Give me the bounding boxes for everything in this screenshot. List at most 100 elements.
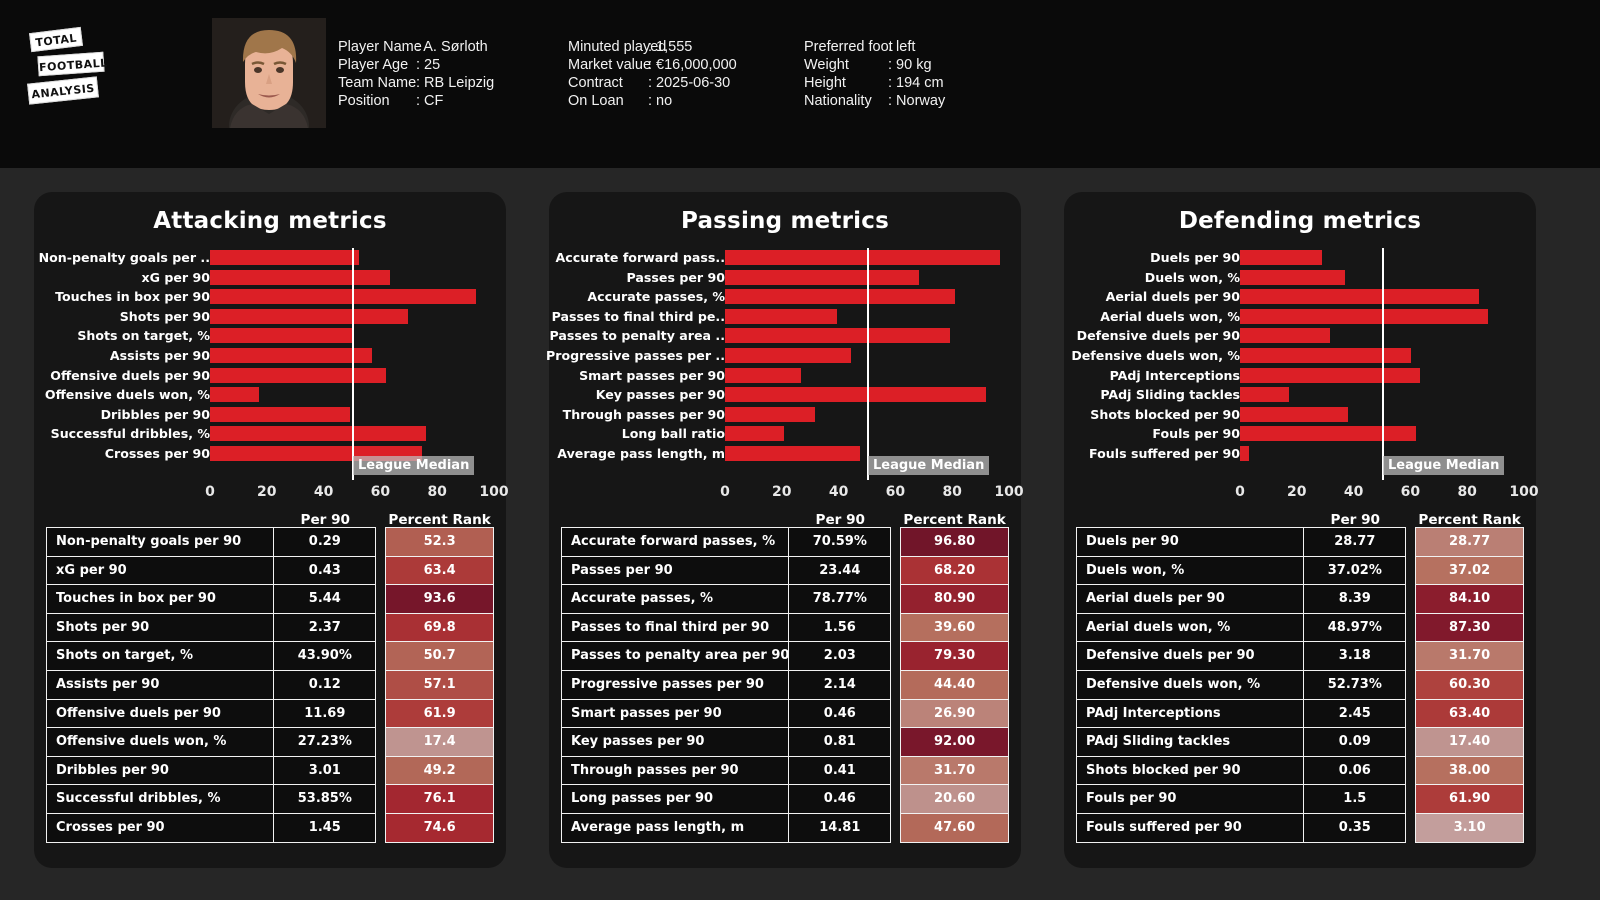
info-row: Height: 194 cm bbox=[804, 74, 945, 92]
table-row: Accurate passes, % 78.77% 80.90 bbox=[561, 584, 1009, 614]
chart-bar-row: Accurate forward pass.. bbox=[549, 248, 1021, 268]
cell-metric-name: Offensive duels per 90 bbox=[46, 698, 275, 729]
chart-bar bbox=[725, 328, 951, 344]
cell-percent-rank: 84.10 bbox=[1415, 584, 1524, 614]
chart-category-label: Long ball ratio bbox=[621, 426, 725, 442]
chart-bar bbox=[1240, 250, 1322, 265]
info-key: Nationality bbox=[804, 93, 872, 109]
chart-category-label: Dribbles per 90 bbox=[100, 406, 210, 422]
chart-category-label: PAdj Sliding tackles bbox=[1100, 387, 1240, 403]
info-key: Player Age bbox=[338, 57, 409, 73]
table-row: Long passes per 90 0.46 20.60 bbox=[561, 784, 1009, 814]
cell-metric-name: Progressive passes per 90 bbox=[561, 669, 790, 700]
chart-category-label: Aerial duels per 90 bbox=[1105, 289, 1240, 305]
table-row: Duels per 90 28.77 28.77 bbox=[1076, 527, 1524, 557]
cell-metric-name: Defensive duels won, % bbox=[1076, 669, 1305, 700]
table-row: Crosses per 90 1.45 74.6 bbox=[46, 812, 494, 843]
info-row: Preferred foot: left bbox=[804, 38, 945, 56]
table-row: Passes per 90 23.44 68.20 bbox=[561, 555, 1009, 586]
chart-bar bbox=[725, 347, 852, 363]
cell-metric-name: Defensive duels per 90 bbox=[1076, 641, 1305, 671]
chart-defending-metrics: Duels per 90 Duels won, % Aerial duels per… bbox=[1064, 248, 1539, 500]
cell-percent-rank: 31.70 bbox=[1415, 641, 1524, 671]
chart-category-label: Defensive duels won, % bbox=[1071, 347, 1240, 363]
cell-percent-rank: 61.9 bbox=[385, 698, 494, 729]
chart-bar bbox=[725, 367, 802, 383]
info-key: Preferred foot bbox=[804, 39, 893, 55]
cell-percent-rank: 52.3 bbox=[385, 527, 494, 557]
table-row: Aerial duels per 90 8.39 84.10 bbox=[1076, 584, 1524, 614]
cell-percent-rank: 44.40 bbox=[900, 669, 1009, 700]
cell-percent-rank: 92.00 bbox=[900, 727, 1009, 757]
table-row: Through passes per 90 0.41 31.70 bbox=[561, 755, 1009, 786]
cell-per90-value: 52.73% bbox=[1304, 669, 1407, 700]
chart-bar bbox=[1240, 445, 1249, 461]
info-value: : €16,000,000 bbox=[648, 57, 737, 73]
chart-bar-row: Shots blocked per 90 bbox=[1064, 405, 1536, 425]
cell-metric-name: Fouls per 90 bbox=[1076, 784, 1305, 814]
cell-per90-value: 1.45 bbox=[274, 812, 377, 843]
card-title: Attacking metrics bbox=[153, 208, 387, 234]
chart-bar bbox=[1240, 308, 1488, 324]
chart-category-label: Average pass length, m bbox=[557, 445, 725, 461]
chart-attacking-metrics: Non-penalty goals per .. xG per 90 Touches… bbox=[34, 248, 509, 500]
table-header-percent-rank: Percent Rank bbox=[1418, 512, 1521, 528]
info-row: Player Name: A. Sørloth bbox=[338, 38, 494, 56]
info-value: : no bbox=[648, 93, 673, 109]
chart-bar bbox=[210, 387, 260, 403]
chart-bar bbox=[1240, 347, 1412, 363]
cell-per90-value: 2.03 bbox=[789, 641, 892, 671]
table-row: xG per 90 0.43 63.4 bbox=[46, 555, 494, 586]
cell-metric-name: Duels per 90 bbox=[1076, 527, 1305, 557]
cell-percent-rank: 74.6 bbox=[385, 812, 494, 843]
info-key: Contract bbox=[568, 75, 623, 91]
table-header-per90: Per 90 bbox=[1330, 512, 1381, 528]
cell-per90-value: 0.46 bbox=[789, 784, 892, 814]
info-key: Market value bbox=[568, 57, 652, 73]
info-key: On Loan bbox=[568, 93, 624, 109]
chart-bar-row: Successful dribbles, % bbox=[34, 424, 506, 444]
chart-category-label: Duels won, % bbox=[1144, 269, 1240, 285]
cell-percent-rank: 68.20 bbox=[900, 555, 1009, 586]
chart-bar bbox=[210, 328, 354, 344]
table-row: Shots per 90 2.37 69.8 bbox=[46, 612, 494, 643]
chart-bar-row: PAdj Interceptions bbox=[1064, 366, 1536, 386]
table-header-row: Per 90 Percent Rank bbox=[561, 498, 1009, 528]
chart-category-label: Touches in box per 90 bbox=[55, 289, 210, 305]
chart-bar-row: Touches in box per 90 bbox=[34, 287, 506, 307]
cell-per90-value: 70.59% bbox=[789, 527, 892, 557]
league-median-line bbox=[1382, 248, 1384, 480]
chart-bar-row: Accurate passes, % bbox=[549, 287, 1021, 307]
chart-bar-row: Key passes per 90 bbox=[549, 385, 1021, 405]
table-row: Progressive passes per 90 2.14 44.40 bbox=[561, 669, 1009, 700]
chart-bar bbox=[725, 289, 955, 305]
chart-category-label: Key passes per 90 bbox=[595, 387, 725, 403]
league-median-line bbox=[867, 248, 869, 480]
chart-category-label: Offensive duels per 90 bbox=[50, 367, 210, 383]
cell-metric-name: Key passes per 90 bbox=[561, 727, 790, 757]
chart-bar bbox=[725, 426, 784, 442]
card-defending-metrics: Defending metrics Duels per 90 Duels won,… bbox=[1064, 192, 1539, 868]
chart-category-label: PAdj Interceptions bbox=[1109, 367, 1240, 383]
chart-bar bbox=[210, 269, 391, 285]
cell-per90-value: 2.14 bbox=[789, 669, 892, 700]
chart-bar bbox=[210, 367, 386, 383]
cell-percent-rank: 96.80 bbox=[900, 527, 1009, 557]
table-attacking-metrics: Per 90 Percent Rank Non-penalty goals per … bbox=[46, 498, 494, 843]
table-row: Non-penalty goals per 90 0.29 52.3 bbox=[46, 527, 494, 557]
league-median-label: League Median bbox=[868, 456, 990, 475]
table-row: Key passes per 90 0.81 92.00 bbox=[561, 727, 1009, 757]
cell-percent-rank: 87.30 bbox=[1415, 612, 1524, 643]
info-value: : CF bbox=[416, 93, 444, 109]
chart-bar-row: Long ball ratio bbox=[549, 424, 1021, 444]
chart-category-label: Passes to penalty area .. bbox=[549, 328, 725, 344]
table-passing-metrics: Per 90 Percent Rank Accurate forward passe… bbox=[561, 498, 1009, 843]
chart-category-label: Fouls suffered per 90 bbox=[1089, 445, 1240, 461]
player-report-page: TOTAL FOOTBALL ANALYSIS Player Name: A. … bbox=[0, 0, 1600, 900]
info-key: Minuted played bbox=[568, 39, 667, 55]
chart-bar-row: Shots per 90 bbox=[34, 307, 506, 327]
card-title: Defending metrics bbox=[1178, 208, 1422, 234]
cell-per90-value: 0.43 bbox=[274, 555, 377, 586]
table-row: Accurate forward passes, % 70.59% 96.80 bbox=[561, 527, 1009, 557]
table-row: Touches in box per 90 5.44 93.6 bbox=[46, 584, 494, 614]
